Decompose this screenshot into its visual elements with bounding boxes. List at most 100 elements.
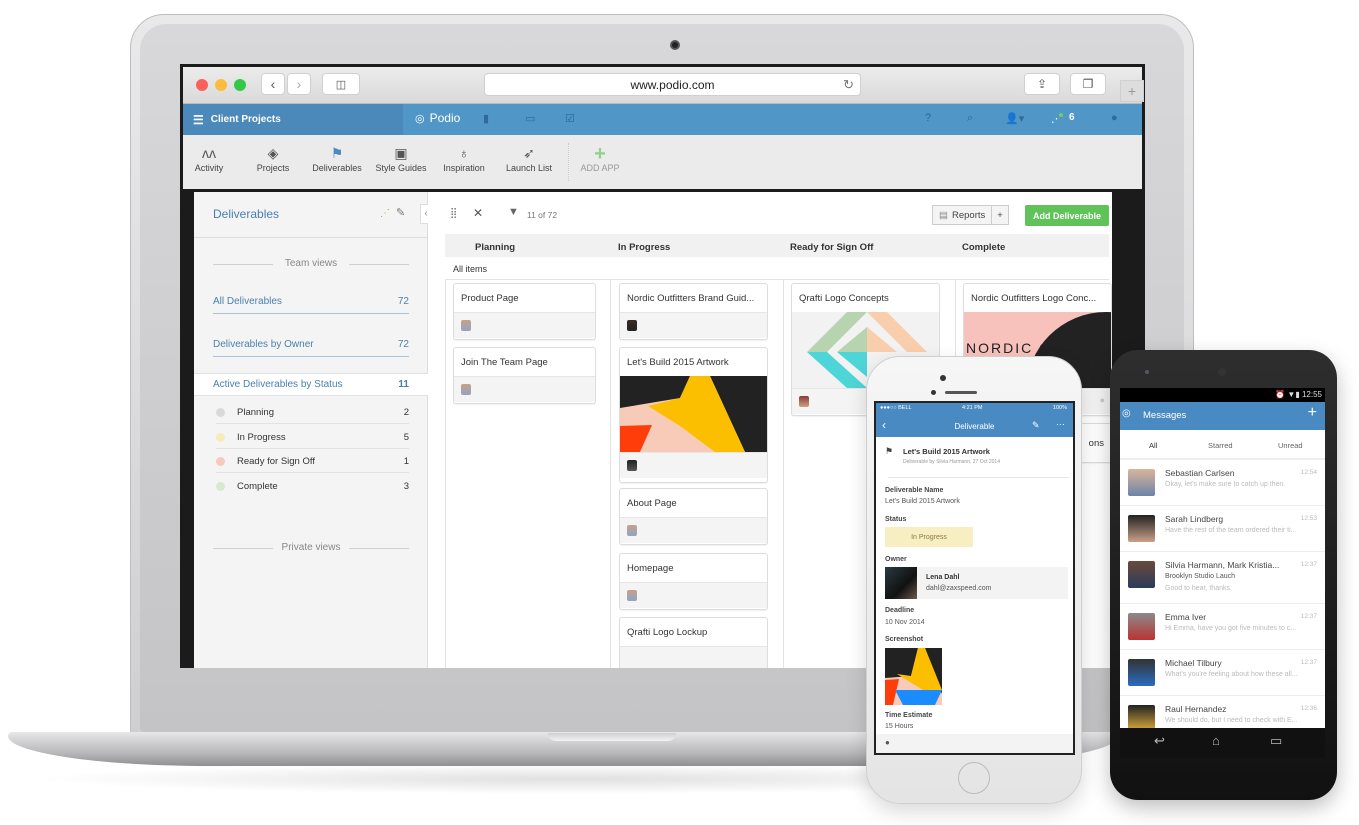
- field-label: Status: [885, 516, 907, 523]
- forward-icon[interactable]: ›: [287, 73, 311, 95]
- team-views-heading: Team views: [213, 258, 409, 269]
- column-header-complete: Complete: [962, 242, 1006, 253]
- search-icon[interactable]: ⌕: [967, 112, 973, 125]
- card-about-page[interactable]: About Page: [619, 488, 768, 545]
- activity-icon: ʌʌ: [202, 145, 216, 161]
- rss-icon[interactable]: ⋰: [380, 208, 390, 219]
- workspace-switcher[interactable]: ☰ Client Projects: [183, 104, 403, 135]
- back-icon[interactable]: ↩: [1154, 733, 1165, 749]
- brand-name: Podio: [429, 111, 461, 125]
- notification-count[interactable]: 6: [1069, 112, 1075, 123]
- owner-avatar: [627, 460, 637, 471]
- status-complete[interactable]: Complete 3: [216, 481, 409, 497]
- share-icon[interactable]: ⇪: [1024, 73, 1060, 95]
- owner-photo: [885, 567, 917, 599]
- view-all-deliverables[interactable]: All Deliverables 72: [213, 296, 409, 314]
- minimize-window-button[interactable]: [215, 79, 227, 91]
- calendar-icon[interactable]: ▭: [525, 112, 535, 125]
- compose-icon[interactable]: +: [1308, 404, 1317, 422]
- plus-icon: +: [594, 143, 606, 165]
- tab-starred[interactable]: Starred: [1208, 441, 1233, 450]
- add-app-button[interactable]: + ADD APP: [570, 143, 630, 173]
- user-icon[interactable]: 👤▾: [1005, 112, 1024, 125]
- filter-count: 11 of 72: [527, 210, 558, 220]
- column-header-in-progress: In Progress: [618, 242, 671, 253]
- podio-logo-icon[interactable]: ◎: [1122, 408, 1131, 419]
- back-icon[interactable]: ‹: [261, 73, 285, 95]
- card-nordic-brand-guide[interactable]: Nordic Outfitters Brand Guid...: [619, 283, 768, 340]
- home-icon[interactable]: ⌂: [1212, 733, 1220, 748]
- status-label: Complete: [237, 481, 278, 492]
- card-homepage[interactable]: Homepage: [619, 553, 768, 610]
- reports-button[interactable]: ▤ Reports: [933, 206, 993, 224]
- sidebar-icon[interactable]: ◫: [322, 73, 360, 95]
- iphone-screen: ●●●○○ BELL 4:21 PM 100% ‹ Deliverable ✎ …: [874, 401, 1075, 755]
- message-item[interactable]: Sebastian Carlsen 12:54 Okay, let's make s…: [1120, 460, 1325, 506]
- card-qrafti-logo-lockup[interactable]: Qrafti Logo Lockup: [619, 617, 768, 668]
- status-planning[interactable]: Planning 2: [216, 407, 409, 424]
- edit-icon[interactable]: ✎: [1032, 420, 1040, 431]
- more-icon[interactable]: ···: [1056, 419, 1065, 429]
- close-window-button[interactable]: [196, 79, 208, 91]
- reload-icon[interactable]: ↻: [843, 77, 854, 93]
- card-product-page[interactable]: Product Page: [453, 283, 596, 340]
- status-in-progress[interactable]: In Progress 5: [216, 432, 409, 449]
- message-time: 12:36: [1300, 705, 1317, 712]
- app-label: Projects: [256, 163, 290, 173]
- tab-unread[interactable]: Unread: [1278, 441, 1303, 450]
- view-active-by-status[interactable]: Active Deliverables by Status 11: [194, 373, 428, 396]
- iphone-home-button[interactable]: [958, 762, 990, 794]
- address-bar[interactable]: www.podio.com ↻: [484, 73, 861, 96]
- status-count: 5: [403, 432, 409, 443]
- recents-icon[interactable]: ▭: [1270, 733, 1282, 749]
- owner-card[interactable]: Lena Dahl dahl@zaxspeed.com: [885, 567, 1068, 599]
- layout-icon[interactable]: ⣿: [450, 208, 457, 219]
- add-report-button[interactable]: +: [992, 210, 1008, 221]
- sidebar-title: Deliverables: [213, 207, 280, 221]
- message-item[interactable]: Emma Iver 12:37 Hi Emma, have you got five…: [1120, 604, 1325, 650]
- podio-logo[interactable]: ◎ Podio: [415, 111, 460, 125]
- field-label: Deliverable Name: [885, 487, 944, 494]
- column-divider: [610, 280, 611, 668]
- card-title: Nordic Outfitters Brand Guid...: [627, 293, 755, 304]
- status-dot: [216, 457, 225, 466]
- sender-name: Michael Tilbury: [1165, 658, 1222, 668]
- chat-icon[interactable]: ●: [1111, 112, 1118, 124]
- message-item[interactable]: Sarah Lindberg 12:53 Have the rest of the …: [1120, 506, 1325, 552]
- contacts-icon[interactable]: ▮: [483, 112, 489, 125]
- screenshot-thumbnail[interactable]: [885, 648, 942, 705]
- message-item[interactable]: Michael Tilbury 12:37 What's you're feelin…: [1120, 650, 1325, 696]
- iphone-title: Deliverable: [954, 422, 995, 431]
- status-ready-for-sign-off[interactable]: Ready for Sign Off 1: [216, 456, 409, 473]
- card-lets-build-2015-artwork[interactable]: Let's Build 2015 Artwork: [619, 347, 768, 483]
- card-join-the-team-page[interactable]: Join The Team Page: [453, 347, 596, 404]
- tasks-icon[interactable]: ☑: [565, 112, 575, 125]
- app-deliverables[interactable]: ⚑ Deliverables: [307, 145, 367, 173]
- add-deliverable-button[interactable]: Add Deliverable: [1025, 205, 1109, 226]
- tab-all[interactable]: All: [1149, 441, 1157, 450]
- status-count: 2: [403, 407, 409, 418]
- tabs-icon[interactable]: ❐: [1070, 73, 1106, 95]
- app-launch-list[interactable]: ➶ Launch List: [499, 145, 559, 173]
- app-style-guides[interactable]: ▣ Style Guides: [371, 145, 431, 173]
- message-item[interactable]: Raul Hernandez 12:36 We should do, but I n…: [1120, 696, 1325, 728]
- comment-bar[interactable]: ●: [876, 734, 1073, 753]
- app-projects[interactable]: ◈ Projects: [243, 145, 303, 173]
- avatar: [1128, 561, 1155, 588]
- help-icon[interactable]: ?: [925, 112, 931, 124]
- message-item[interactable]: Silvia Harmann, Mark Kristia... 12:37 Broo…: [1120, 552, 1325, 604]
- url-text: www.podio.com: [630, 77, 715, 92]
- filter-icon[interactable]: ▼: [508, 206, 519, 218]
- app-inspiration[interactable]: ♁ Inspiration: [434, 145, 494, 173]
- zoom-window-button[interactable]: [234, 79, 246, 91]
- new-tab-icon[interactable]: +: [1120, 80, 1144, 102]
- card-title: Nordic Outfitters Logo Conc...: [971, 293, 1097, 304]
- wrench-icon[interactable]: ✎: [396, 206, 405, 219]
- app-activity[interactable]: ʌʌ Activity: [180, 145, 239, 173]
- view-deliverables-by-owner[interactable]: Deliverables by Owner 72: [213, 339, 409, 357]
- status-badge[interactable]: In Progress: [885, 527, 973, 547]
- avatar: [1128, 659, 1155, 686]
- tools-icon[interactable]: ✕: [473, 206, 483, 220]
- android-camera: [1218, 368, 1226, 376]
- message-preview: Okay, let's make sure to catch up then.: [1165, 481, 1286, 488]
